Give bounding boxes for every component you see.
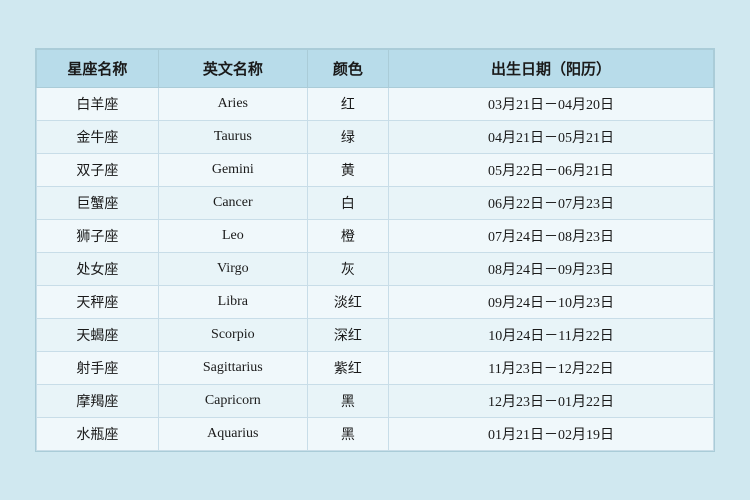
cell-color: 灰 <box>307 253 388 286</box>
table-row: 天秤座Libra淡红09月24日－10月23日 <box>37 286 714 319</box>
cell-english: Virgo <box>158 253 307 286</box>
cell-color: 黄 <box>307 154 388 187</box>
cell-chinese: 巨蟹座 <box>37 187 159 220</box>
cell-date: 12月23日－01月22日 <box>389 385 714 418</box>
cell-english: Libra <box>158 286 307 319</box>
cell-chinese: 天蝎座 <box>37 319 159 352</box>
cell-chinese: 处女座 <box>37 253 159 286</box>
table-row: 双子座Gemini黄05月22日－06月21日 <box>37 154 714 187</box>
header-color: 颜色 <box>307 50 388 88</box>
cell-english: Aquarius <box>158 418 307 451</box>
table-row: 狮子座Leo橙07月24日－08月23日 <box>37 220 714 253</box>
cell-color: 橙 <box>307 220 388 253</box>
cell-chinese: 白羊座 <box>37 88 159 121</box>
cell-english: Scorpio <box>158 319 307 352</box>
cell-english: Leo <box>158 220 307 253</box>
table-row: 摩羯座Capricorn黑12月23日－01月22日 <box>37 385 714 418</box>
cell-date: 06月22日－07月23日 <box>389 187 714 220</box>
cell-color: 红 <box>307 88 388 121</box>
cell-chinese: 双子座 <box>37 154 159 187</box>
cell-date: 05月22日－06月21日 <box>389 154 714 187</box>
cell-date: 10月24日－11月22日 <box>389 319 714 352</box>
cell-english: Cancer <box>158 187 307 220</box>
cell-color: 绿 <box>307 121 388 154</box>
zodiac-table: 星座名称 英文名称 颜色 出生日期（阳历） 白羊座Aries红03月21日－04… <box>36 49 714 451</box>
cell-english: Gemini <box>158 154 307 187</box>
cell-english: Taurus <box>158 121 307 154</box>
header-date: 出生日期（阳历） <box>389 50 714 88</box>
cell-chinese: 摩羯座 <box>37 385 159 418</box>
cell-date: 07月24日－08月23日 <box>389 220 714 253</box>
table-row: 天蝎座Scorpio深红10月24日－11月22日 <box>37 319 714 352</box>
cell-chinese: 狮子座 <box>37 220 159 253</box>
cell-color: 深红 <box>307 319 388 352</box>
table-row: 白羊座Aries红03月21日－04月20日 <box>37 88 714 121</box>
cell-color: 黑 <box>307 385 388 418</box>
cell-chinese: 水瓶座 <box>37 418 159 451</box>
cell-date: 03月21日－04月20日 <box>389 88 714 121</box>
header-english: 英文名称 <box>158 50 307 88</box>
cell-chinese: 天秤座 <box>37 286 159 319</box>
cell-date: 08月24日－09月23日 <box>389 253 714 286</box>
table-row: 金牛座Taurus绿04月21日－05月21日 <box>37 121 714 154</box>
cell-color: 黑 <box>307 418 388 451</box>
cell-english: Sagittarius <box>158 352 307 385</box>
zodiac-table-container: 星座名称 英文名称 颜色 出生日期（阳历） 白羊座Aries红03月21日－04… <box>35 48 715 452</box>
cell-date: 09月24日－10月23日 <box>389 286 714 319</box>
table-row: 射手座Sagittarius紫红11月23日－12月22日 <box>37 352 714 385</box>
table-row: 处女座Virgo灰08月24日－09月23日 <box>37 253 714 286</box>
cell-english: Capricorn <box>158 385 307 418</box>
cell-color: 紫红 <box>307 352 388 385</box>
cell-english: Aries <box>158 88 307 121</box>
cell-color: 白 <box>307 187 388 220</box>
table-header-row: 星座名称 英文名称 颜色 出生日期（阳历） <box>37 50 714 88</box>
cell-chinese: 射手座 <box>37 352 159 385</box>
cell-date: 04月21日－05月21日 <box>389 121 714 154</box>
cell-chinese: 金牛座 <box>37 121 159 154</box>
table-row: 水瓶座Aquarius黑01月21日－02月19日 <box>37 418 714 451</box>
cell-color: 淡红 <box>307 286 388 319</box>
header-chinese: 星座名称 <box>37 50 159 88</box>
cell-date: 01月21日－02月19日 <box>389 418 714 451</box>
table-row: 巨蟹座Cancer白06月22日－07月23日 <box>37 187 714 220</box>
cell-date: 11月23日－12月22日 <box>389 352 714 385</box>
